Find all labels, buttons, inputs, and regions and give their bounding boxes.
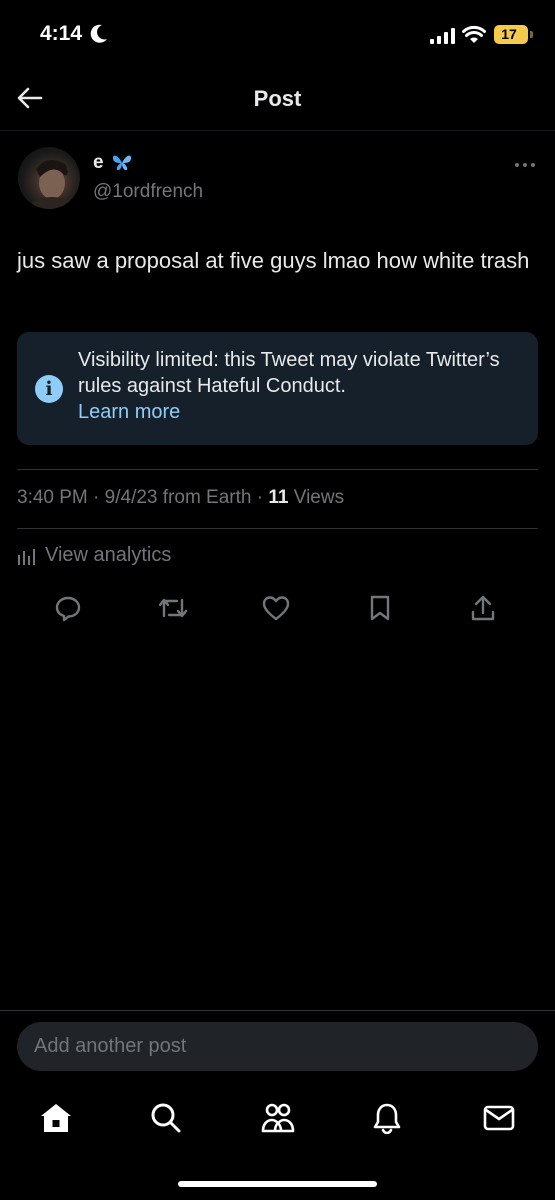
display-name-row[interactable]: e (93, 152, 132, 174)
communities-icon (261, 1103, 295, 1133)
share-button[interactable] (465, 590, 501, 626)
tab-communities[interactable] (258, 1098, 298, 1138)
reply-icon (55, 596, 81, 622)
battery-icon: 17 (494, 25, 528, 44)
analytics-icon (18, 548, 35, 565)
view-analytics-label: View analytics (45, 544, 172, 566)
wifi-icon (462, 25, 486, 43)
bookmark-button[interactable] (362, 590, 398, 626)
repost-icon (158, 598, 188, 618)
repost-button[interactable] (155, 590, 191, 626)
info-icon: i (35, 375, 63, 403)
like-button[interactable] (258, 590, 294, 626)
views-label: Views (293, 487, 345, 508)
avatar-photo (30, 159, 74, 209)
bell-icon (373, 1103, 401, 1134)
tab-home[interactable] (36, 1098, 76, 1138)
moon-icon (90, 24, 107, 43)
divider (17, 528, 538, 529)
status-time: 4:14 (40, 22, 83, 45)
tweet-date: 9/4/23 (104, 487, 158, 508)
share-icon (471, 595, 495, 621)
visibility-notice: i Visibility limited: this Tweet may vio… (17, 332, 538, 445)
nav-header: Post (0, 64, 555, 130)
view-analytics-button[interactable]: View analytics (17, 544, 171, 567)
battery-tip (530, 31, 533, 38)
add-post-input[interactable]: Add another post (17, 1022, 538, 1071)
page-title: Post (253, 86, 302, 111)
views-count: 11 (268, 487, 289, 508)
tweet-actions (0, 590, 555, 626)
header-divider (0, 130, 555, 131)
compose-divider (0, 1010, 555, 1011)
tab-messages[interactable] (479, 1098, 519, 1138)
handle[interactable]: @1ordfrench (93, 181, 203, 203)
bookmark-icon (370, 595, 390, 621)
avatar[interactable] (18, 147, 80, 209)
battery-level: 17 (501, 26, 517, 42)
heart-icon (262, 596, 290, 621)
reply-button[interactable] (50, 590, 86, 626)
tab-search[interactable] (146, 1098, 186, 1138)
home-icon (41, 1104, 71, 1132)
home-indicator (178, 1181, 377, 1187)
tweet-time: 3:40 PM (17, 487, 88, 508)
notice-text: Visibility limited: this Tweet may viola… (78, 349, 500, 397)
search-icon (151, 1103, 181, 1133)
mail-icon (483, 1105, 515, 1131)
tab-notifications[interactable] (367, 1098, 407, 1138)
add-post-placeholder: Add another post (34, 1035, 187, 1057)
more-options-icon[interactable] (510, 158, 540, 172)
butterfly-icon (112, 155, 131, 171)
tweet-text: jus saw a proposal at five guys lmao how… (17, 248, 530, 273)
tweet-meta: 3:40 PM · 9/4/23 from Earth · 11 Views (17, 487, 345, 508)
cellular-signal-icon (430, 28, 455, 44)
divider (17, 469, 538, 470)
learn-more-link[interactable]: Learn more (78, 399, 180, 425)
tweet-source: from Earth (162, 487, 252, 508)
status-bar: 4:14 17 (0, 0, 555, 64)
display-name[interactable]: e (93, 152, 104, 174)
